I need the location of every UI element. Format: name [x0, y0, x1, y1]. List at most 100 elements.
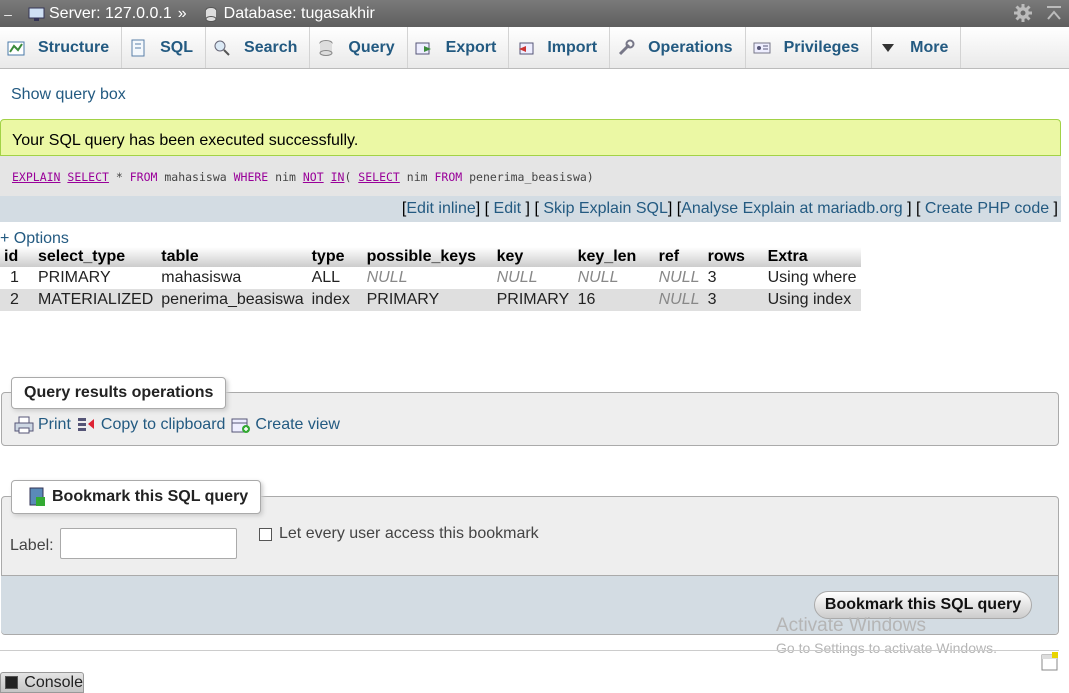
gear-icon[interactable] — [1013, 3, 1033, 23]
structure-icon — [6, 38, 26, 58]
collapse-icon[interactable] — [1045, 4, 1063, 22]
divider — [0, 650, 1059, 651]
copy-to-clipboard-link[interactable]: Copy to clipboard — [77, 416, 226, 434]
query-results-operations-legend: Query results operations — [11, 377, 227, 409]
table-cell: ALL — [307, 267, 363, 289]
tab-label: Search — [244, 38, 298, 56]
tab-label: SQL — [160, 38, 194, 56]
column-header[interactable]: possible_keys — [362, 247, 493, 267]
tab-label: Operations — [648, 38, 733, 56]
bookmark-legend: Bookmark this SQL query — [11, 480, 262, 514]
sql-token: ( — [344, 170, 359, 184]
tab-query[interactable]: Query — [310, 27, 408, 68]
database-icon — [205, 6, 217, 22]
table-cell: 1 — [0, 267, 34, 289]
edit-inline-link[interactable]: Edit inline — [406, 200, 475, 217]
sql-keyword[interactable]: SELECT — [358, 170, 400, 184]
sql-keyword[interactable]: SELECT — [67, 170, 109, 184]
sql-icon — [128, 38, 148, 58]
print-label: Print — [38, 416, 71, 433]
create-view-link[interactable]: Create view — [231, 416, 340, 434]
share-bookmark-checkbox[interactable] — [259, 528, 272, 541]
triangle-down-icon — [878, 38, 898, 58]
sql-keyword: FROM — [129, 170, 158, 184]
activate-windows-subtext: Go to Settings to activate Windows. — [776, 640, 997, 656]
tab-label: Privileges — [783, 38, 860, 56]
table-cell: MATERIALIZED — [34, 289, 158, 311]
tab-label: Query — [348, 38, 395, 56]
wrench-icon — [616, 38, 636, 58]
edit-link[interactable]: Edit — [494, 200, 522, 217]
search-icon — [212, 38, 232, 58]
tab-privileges[interactable]: Privileges — [746, 27, 873, 68]
column-header[interactable]: select_type — [34, 247, 158, 267]
table-row[interactable]: 1 PRIMARY mahasiswa ALL NULL NULL NULL N… — [0, 267, 861, 289]
table-cell: NULL — [654, 267, 704, 289]
sql-keyword[interactable]: EXPLAIN — [12, 170, 60, 184]
console-icon — [5, 676, 19, 689]
console-label: Console — [24, 673, 83, 691]
table-cell: PRIMARY — [492, 289, 574, 311]
query-icon — [316, 38, 336, 58]
tab-operations[interactable]: Operations — [610, 27, 746, 68]
create-view-label: Create view — [255, 416, 340, 433]
breadcrumb: Server: 127.0.0.1 » Database: tugasakhir — [16, 5, 375, 23]
breadcrumb-separator: » — [177, 4, 187, 22]
table-cell: index — [307, 289, 363, 311]
collapse-toggle[interactable]: – — [0, 6, 16, 22]
breadcrumb-database[interactable]: Database: tugasakhir — [224, 5, 375, 23]
table-cell: Using where — [763, 267, 861, 289]
breadcrumb-server[interactable]: Server: 127.0.0.1 — [49, 5, 172, 23]
tab-import[interactable]: Import — [509, 27, 611, 68]
server-icon — [28, 7, 45, 21]
skip-explain-link[interactable]: Skip Explain SQL — [543, 200, 668, 217]
sql-action-links: [Edit inline] [ Edit ] [ Skip Explain SQ… — [0, 196, 1061, 222]
column-header[interactable]: ref — [654, 247, 704, 267]
table-row[interactable]: 2 MATERIALIZED penerima_beasiswa index P… — [0, 289, 861, 311]
clipboard-icon — [77, 418, 94, 431]
print-link[interactable]: Print — [14, 416, 71, 434]
column-header[interactable]: table — [157, 247, 308, 267]
sql-token: nim — [399, 170, 435, 184]
sql-keyword[interactable]: NOT — [303, 170, 324, 184]
create-php-code-link[interactable]: Create PHP code — [925, 200, 1049, 217]
table-cell: 16 — [573, 289, 655, 311]
table-cell: mahasiswa — [157, 267, 308, 289]
column-header[interactable]: type — [307, 247, 363, 267]
column-header[interactable]: rows — [703, 247, 764, 267]
bookmark-legend-text: Bookmark this SQL query — [52, 488, 249, 505]
table-header-row: id select_type table type possible_keys … — [0, 247, 861, 267]
table-cell: 3 — [703, 289, 764, 311]
tab-sql[interactable]: SQL — [122, 27, 207, 68]
bookmark-label-input[interactable] — [60, 528, 237, 559]
results-table: id select_type table type possible_keys … — [0, 247, 861, 311]
printer-icon — [14, 416, 34, 434]
table-cell: NULL — [573, 267, 655, 289]
options-toggle-link[interactable]: + Options — [0, 230, 69, 248]
sql-keyword: WHERE — [233, 170, 269, 184]
column-header[interactable]: id — [0, 247, 34, 267]
tab-label: Structure — [38, 38, 110, 56]
column-header[interactable]: Extra — [763, 247, 861, 267]
console-button[interactable]: Console — [0, 672, 84, 693]
tab-export[interactable]: Export — [408, 27, 510, 68]
share-bookmark-label[interactable]: Let every user access this bookmark — [279, 525, 539, 543]
column-header[interactable]: key — [492, 247, 574, 267]
table-cell: 2 — [0, 289, 34, 311]
page-settings-icon[interactable] — [1041, 652, 1059, 672]
sql-token: nim — [268, 170, 303, 184]
table-cell: PRIMARY — [362, 289, 493, 311]
analyse-explain-link[interactable]: Analyse Explain at mariadb.org — [681, 200, 902, 217]
copy-to-clipboard-label: Copy to clipboard — [100, 416, 226, 433]
show-query-box-link[interactable]: Show query box — [11, 86, 126, 104]
tab-more[interactable]: More — [872, 27, 962, 68]
table-cell: Using index — [763, 289, 861, 311]
create-view-icon — [231, 418, 251, 433]
tab-structure[interactable]: Structure — [0, 27, 123, 68]
column-header[interactable]: key_len — [573, 247, 655, 267]
table-cell: NULL — [492, 267, 574, 289]
tab-search[interactable]: Search — [206, 27, 311, 68]
sql-keyword[interactable]: IN — [331, 170, 345, 184]
sql-token: * — [108, 170, 130, 184]
top-breadcrumb-bar: – Server: 127.0.0.1 » Database: tugasakh… — [0, 0, 1069, 27]
